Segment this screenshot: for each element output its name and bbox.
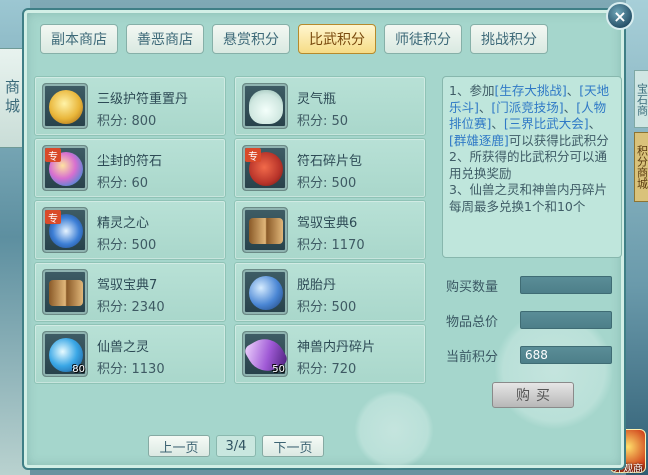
- item-icon-slot: 专: [42, 207, 88, 253]
- rule-text: 2、所获得的比武积分可以通用兑换奖励: [449, 149, 607, 181]
- item-price: 积分: 500: [97, 238, 157, 253]
- event-name: [生存大挑战]: [494, 83, 567, 98]
- item-price: 积分: 60: [97, 176, 149, 191]
- rules-description: 1、参加[生存大挑战]、[天地乐斗]、[门派竞技场]、[人物排位赛]、[三界比武…: [442, 76, 622, 258]
- buy-button[interactable]: 购买: [492, 382, 574, 408]
- rule-text: 、: [478, 99, 492, 115]
- rule-text: 3、仙兽之灵和神兽内丹碎片每周最多兑换1个和10个: [449, 182, 607, 214]
- item-list: 三级护符重置丹 积分: 800 灵气瓶 积分: 50 专 尘封的符石 积分: 6…: [34, 76, 430, 422]
- item-icon-slot: [242, 83, 288, 129]
- item-icon-slot: 50: [242, 331, 288, 377]
- item-price: 积分: 1170: [297, 238, 365, 253]
- prev-page-button[interactable]: 上一页: [148, 435, 210, 457]
- item-icon-slot: [42, 83, 88, 129]
- event-name: [门派竞技场]: [491, 99, 564, 115]
- item-name: 尘封的符石: [97, 154, 163, 169]
- rule-text: 、: [491, 116, 504, 131]
- spirit-bottle-icon: [249, 90, 283, 124]
- shop-item[interactable]: 专 精灵之心 积分: 500: [34, 200, 226, 260]
- item-price: 积分: 500: [297, 300, 357, 315]
- exclusive-badge: 专: [245, 148, 261, 163]
- shop-item[interactable]: 专 符石碎片包 积分: 500: [234, 138, 426, 198]
- tab-bounty-points[interactable]: 悬赏积分: [212, 24, 290, 54]
- shop-item[interactable]: 灵气瓶 积分: 50: [234, 76, 426, 136]
- tab-arena-points[interactable]: 比武积分: [298, 24, 376, 54]
- item-name: 脱胎丹: [297, 278, 337, 293]
- item-name: 驾驭宝典7: [97, 278, 158, 293]
- item-icon-slot: [42, 269, 88, 315]
- side-tab-gem-shop[interactable]: 宝石商: [634, 70, 648, 128]
- tab-dungeon-shop[interactable]: 副本商店: [40, 24, 118, 54]
- quantity-input[interactable]: [520, 276, 612, 294]
- rule-text: 、: [566, 83, 580, 98]
- tab-challenge-points[interactable]: 挑战积分: [470, 24, 548, 54]
- item-price: 积分: 1130: [97, 362, 165, 377]
- shop-item[interactable]: 专 尘封的符石 积分: 60: [34, 138, 226, 198]
- points-row: 当前积分 688: [446, 345, 612, 365]
- item-name: 符石碎片包: [297, 154, 363, 169]
- shop-item[interactable]: 80 仙兽之灵 积分: 1130: [34, 324, 226, 384]
- tab-karma-shop[interactable]: 善恶商店: [126, 24, 204, 54]
- rule-text: 1、参加: [449, 83, 495, 98]
- item-icon-slot: [242, 269, 288, 315]
- exclusive-badge: 专: [45, 210, 61, 225]
- shop-item[interactable]: 三级护符重置丹 积分: 800: [34, 76, 226, 136]
- item-quantity: 50: [272, 364, 285, 375]
- pagination: 上一页 3/4 下一页: [148, 435, 324, 457]
- item-price: 积分: 800: [97, 114, 157, 129]
- item-price: 积分: 720: [297, 362, 357, 377]
- points-shop-panel: × 副本商店 善恶商店 悬赏积分 比武积分 师徒积分 挑战积分 三级护符重置丹 …: [22, 2, 634, 470]
- book-icon: [249, 218, 283, 244]
- item-name: 神兽内丹碎片: [297, 340, 376, 355]
- item-icon-slot: 专: [42, 145, 88, 191]
- quantity-label: 购买数量: [446, 279, 499, 295]
- page-indicator: 3/4: [216, 435, 256, 457]
- item-name: 仙兽之灵: [97, 340, 150, 355]
- exclusive-badge: 专: [45, 148, 61, 163]
- total-label: 物品总价: [446, 314, 499, 330]
- shop-item[interactable]: 驾驭宝典7 积分: 2340: [34, 262, 226, 322]
- rule-text: 、: [588, 116, 602, 131]
- item-icon-slot: 80: [42, 331, 88, 377]
- total-row: 物品总价: [446, 310, 612, 330]
- item-name: 精灵之心: [97, 216, 150, 231]
- item-name: 驾驭宝典6: [297, 216, 358, 231]
- tab-mentor-points[interactable]: 师徒积分: [384, 24, 462, 54]
- side-tab-points-shop[interactable]: 积分商城: [634, 132, 648, 202]
- shop-item[interactable]: 50 神兽内丹碎片 积分: 720: [234, 324, 426, 384]
- rule-text: 、: [563, 99, 577, 115]
- close-button[interactable]: ×: [606, 2, 634, 30]
- shop-item[interactable]: 驾驭宝典6 积分: 1170: [234, 200, 426, 260]
- item-price: 积分: 2340: [97, 300, 165, 315]
- item-quantity: 80: [72, 364, 85, 375]
- event-name: [群雄逐鹿]: [449, 132, 509, 148]
- total-price-field: [520, 311, 612, 329]
- points-label: 当前积分: [446, 349, 499, 365]
- shop-item[interactable]: 脱胎丹 积分: 500: [234, 262, 426, 322]
- current-points-field: 688: [520, 346, 612, 364]
- item-name: 三级护符重置丹: [97, 92, 189, 107]
- next-page-button[interactable]: 下一页: [262, 435, 324, 457]
- item-icon-slot: 专: [242, 145, 288, 191]
- event-name: [三界比武大会]: [503, 116, 589, 131]
- reborn-pill-icon: [249, 276, 283, 310]
- item-name: 灵气瓶: [297, 92, 337, 107]
- golden-flower-icon: [49, 90, 83, 124]
- item-icon-slot: [242, 207, 288, 253]
- rule-text: 可以获得比武积分: [508, 132, 609, 148]
- item-price: 积分: 50: [297, 114, 349, 129]
- book-icon: [49, 280, 83, 306]
- item-price: 积分: 500: [297, 176, 357, 191]
- quantity-row: 购买数量: [446, 275, 612, 295]
- shop-tabs: 副本商店 善恶商店 悬赏积分 比武积分 师徒积分 挑战积分: [40, 24, 548, 54]
